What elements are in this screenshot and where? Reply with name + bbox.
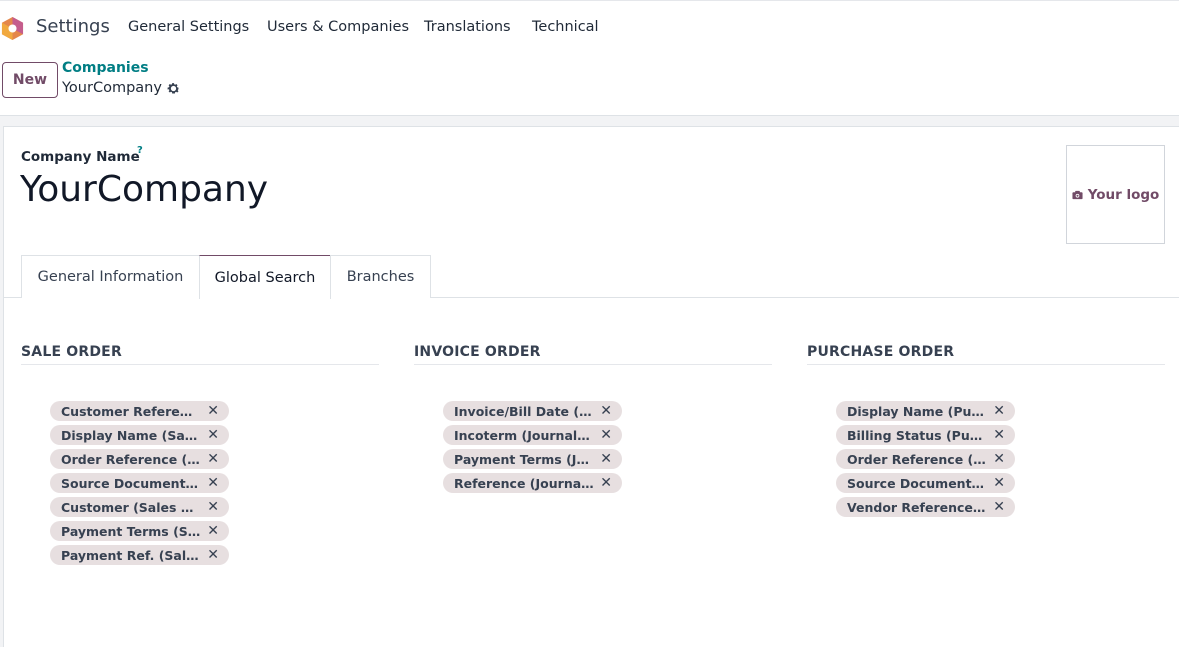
close-icon[interactable]: ✕ (993, 475, 1005, 491)
camera-icon (1072, 190, 1083, 199)
tag-item: Invoice/Bill Date (Jo... ✕ (443, 401, 622, 421)
close-icon[interactable]: ✕ (600, 403, 612, 419)
tag-label: Payment Ref. (Sales ... (61, 547, 201, 563)
tag-label: Order Reference (Pu... (847, 451, 987, 467)
company-name-label: Company Name (21, 149, 140, 165)
new-button[interactable]: New (2, 62, 58, 98)
tag-label: Display Name (Sales ... (61, 427, 201, 443)
tag-item: Reference (Journal E... ✕ (443, 473, 622, 493)
tag-item: Incoterm (Journal En... ✕ (443, 425, 622, 445)
tag-item: Display Name (Purch... ✕ (836, 401, 1015, 421)
tag-item: Order Reference (Pu... ✕ (836, 449, 1015, 469)
section-title-invoice-order: INVOICE ORDER (414, 344, 541, 360)
tag-label: Source Document (S... (61, 475, 201, 491)
tag-item: Vendor Reference (P... ✕ (836, 497, 1015, 517)
tag-label: Vendor Reference (P... (847, 499, 987, 515)
top-navbar: Settings General Settings Users & Compan… (0, 0, 1179, 54)
tag-label: Customer (Sales Ord... (61, 499, 201, 515)
menu-general-settings[interactable]: General Settings (128, 19, 249, 35)
section-title-purchase-order: PURCHASE ORDER (807, 344, 955, 360)
close-icon[interactable]: ✕ (600, 427, 612, 443)
close-icon[interactable]: ✕ (207, 499, 219, 515)
tag-label: Billing Status (Purch... (847, 427, 987, 443)
tab-global-search[interactable]: Global Search (199, 255, 331, 299)
tag-item: Order Reference (Sal... ✕ (50, 449, 229, 469)
section-divider (414, 364, 772, 365)
control-panel: New Companies YourCompany (0, 54, 1179, 116)
tag-item: Payment Terms (Jou... ✕ (443, 449, 622, 469)
company-logo-upload[interactable]: Your logo (1066, 145, 1165, 244)
tag-label: Customer Reference... (61, 403, 201, 419)
close-icon[interactable]: ✕ (600, 451, 612, 467)
tag-list-purchase-order: Display Name (Purch... ✕ Billing Status (… (836, 401, 1015, 521)
logo-label: Your logo (1087, 186, 1160, 203)
close-icon[interactable]: ✕ (207, 523, 219, 539)
tag-item: Billing Status (Purch... ✕ (836, 425, 1015, 445)
tag-label: Payment Terms (Sale... (61, 523, 201, 539)
close-icon[interactable]: ✕ (207, 547, 219, 563)
form-sheet: Company Name ? YourCompany Your logo Gen… (3, 126, 1179, 647)
tag-label: Reference (Journal E... (454, 475, 594, 491)
tab-general-information[interactable]: General Information (21, 255, 200, 298)
menu-technical[interactable]: Technical (532, 19, 599, 35)
tag-item: Display Name (Sales ... ✕ (50, 425, 229, 445)
close-icon[interactable]: ✕ (993, 499, 1005, 515)
tag-item: Customer Reference... ✕ (50, 401, 229, 421)
close-icon[interactable]: ✕ (207, 475, 219, 491)
help-tooltip-icon[interactable]: ? (137, 145, 143, 156)
close-icon[interactable]: ✕ (993, 451, 1005, 467)
tag-label: Order Reference (Sal... (61, 451, 201, 467)
section-divider (807, 364, 1165, 365)
tag-item: Customer (Sales Ord... ✕ (50, 497, 229, 517)
section-title-sale-order: SALE ORDER (21, 344, 122, 360)
close-icon[interactable]: ✕ (600, 475, 612, 491)
gear-icon[interactable] (166, 81, 181, 96)
breadcrumb-companies[interactable]: Companies (62, 60, 149, 76)
company-name-field[interactable]: YourCompany (20, 169, 268, 210)
close-icon[interactable]: ✕ (993, 403, 1005, 419)
tag-item: Payment Terms (Sale... ✕ (50, 521, 229, 541)
tag-label: Display Name (Purch... (847, 403, 987, 419)
tag-list-invoice-order: Invoice/Bill Date (Jo... ✕ Incoterm (Jour… (443, 401, 622, 497)
close-icon[interactable]: ✕ (207, 403, 219, 419)
tag-label: Source Document (P... (847, 475, 987, 491)
close-icon[interactable]: ✕ (207, 427, 219, 443)
close-icon[interactable]: ✕ (993, 427, 1005, 443)
section-divider (21, 364, 379, 365)
tag-item: Source Document (P... ✕ (836, 473, 1015, 493)
close-icon[interactable]: ✕ (207, 451, 219, 467)
breadcrumb-current: YourCompany (62, 80, 162, 96)
tag-label: Incoterm (Journal En... (454, 427, 594, 443)
menu-users-companies[interactable]: Users & Companies (267, 19, 409, 35)
app-name[interactable]: Settings (36, 16, 110, 37)
tab-branches[interactable]: Branches (330, 255, 431, 298)
app-logo-icon[interactable] (1, 16, 24, 41)
tag-item: Payment Ref. (Sales ... ✕ (50, 545, 229, 565)
tag-list-sale-order: Customer Reference... ✕ Display Name (Sal… (50, 401, 229, 569)
tag-label: Payment Terms (Jou... (454, 451, 594, 467)
tag-item: Source Document (S... ✕ (50, 473, 229, 493)
menu-translations[interactable]: Translations (424, 19, 511, 35)
tag-label: Invoice/Bill Date (Jo... (454, 403, 594, 419)
